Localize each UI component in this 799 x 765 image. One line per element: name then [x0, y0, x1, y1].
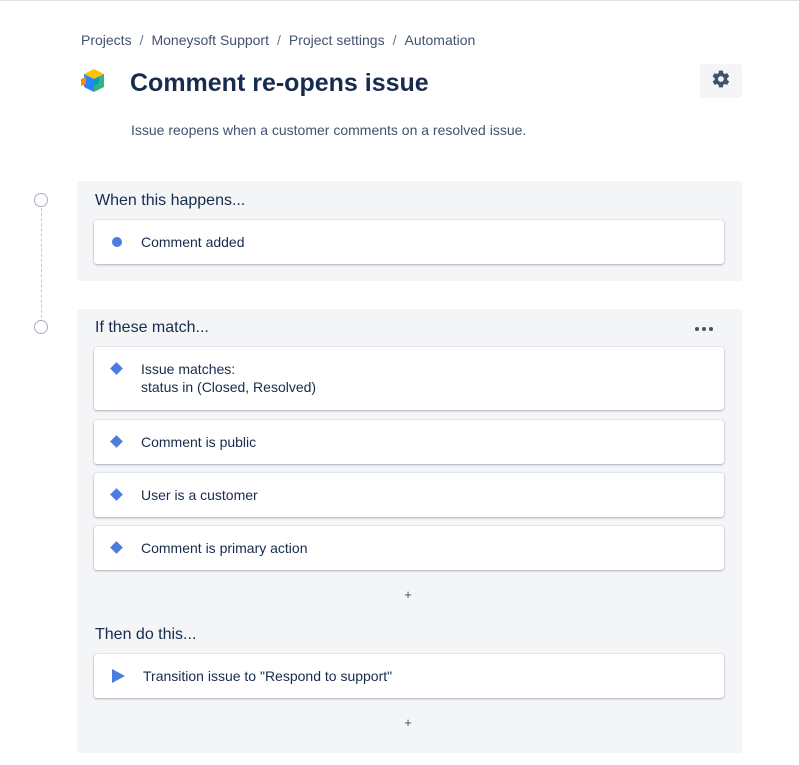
- condition-diamond-icon: [110, 488, 123, 501]
- rule-cube-icon: [78, 66, 110, 98]
- page-title: Comment re-opens issue: [130, 69, 429, 97]
- breadcrumb-automation[interactable]: Automation: [404, 32, 475, 48]
- timeline-node-conditions: [34, 320, 48, 334]
- add-condition-button[interactable]: +: [398, 585, 418, 605]
- settings-button[interactable]: [700, 64, 742, 98]
- breadcrumb-separator: /: [276, 32, 281, 48]
- condition-card-issue-matches[interactable]: Issue matches: status in (Closed, Resolv…: [94, 347, 724, 410]
- trigger-heading: When this happens...: [95, 192, 246, 209]
- breadcrumb-separator: /: [392, 32, 397, 48]
- trigger-dot-icon: [112, 237, 122, 247]
- breadcrumb-project-settings[interactable]: Project settings: [289, 32, 385, 48]
- trigger-panel: When this happens... Comment added: [77, 181, 742, 281]
- add-action-button[interactable]: +: [398, 713, 418, 733]
- conditions-heading: If these match...: [95, 319, 209, 336]
- condition-diamond-icon: [110, 541, 123, 554]
- condition-label: Comment is public: [141, 434, 257, 450]
- action-label: Transition issue to "Respond to support": [143, 668, 393, 684]
- rule-description: Issue reopens when a customer comments o…: [131, 122, 527, 138]
- timeline-node-trigger: [34, 193, 48, 207]
- actions-heading: Then do this...: [95, 626, 197, 643]
- conditions-panel: If these match... Issue matches: status …: [77, 309, 742, 753]
- condition-card-comment-public[interactable]: Comment is public: [94, 420, 724, 464]
- condition-label: User is a customer: [141, 487, 258, 503]
- condition-card-primary-action[interactable]: Comment is primary action: [94, 526, 724, 570]
- condition-line1: Issue matches:: [141, 361, 236, 377]
- top-border: [0, 0, 799, 1]
- condition-card-user-customer[interactable]: User is a customer: [94, 473, 724, 517]
- trigger-card-comment-added[interactable]: Comment added: [94, 220, 724, 264]
- trigger-label: Comment added: [141, 234, 245, 250]
- condition-diamond-icon: [110, 435, 123, 448]
- more-dot: [695, 327, 699, 331]
- condition-label: Comment is primary action: [141, 540, 308, 556]
- breadcrumb: Projects / Moneysoft Support / Project setti…: [81, 32, 475, 48]
- condition-label: Issue matches: status in (Closed, Resolv…: [141, 360, 316, 396]
- action-card-transition-issue[interactable]: Transition issue to "Respond to support": [94, 654, 724, 698]
- action-play-icon: [112, 669, 125, 683]
- timeline-connector: [41, 208, 42, 318]
- more-options-button[interactable]: [689, 321, 719, 337]
- breadcrumb-projects[interactable]: Projects: [81, 32, 132, 48]
- condition-diamond-icon: [110, 362, 123, 375]
- more-dot: [709, 327, 713, 331]
- gear-icon: [711, 69, 731, 94]
- condition-line2: status in (Closed, Resolved): [141, 379, 317, 395]
- breadcrumb-separator: /: [139, 32, 144, 48]
- breadcrumb-moneysoft-support[interactable]: Moneysoft Support: [151, 32, 269, 48]
- more-dot: [702, 327, 706, 331]
